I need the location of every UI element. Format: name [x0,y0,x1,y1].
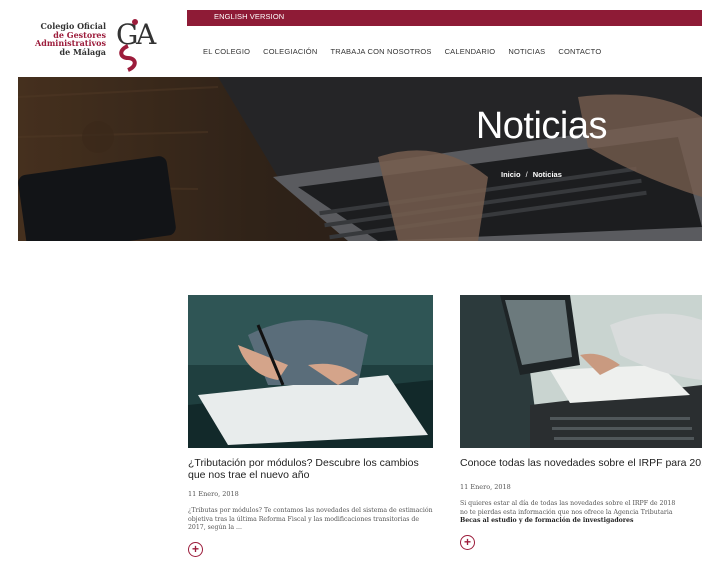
page-margin [0,0,18,567]
breadcrumb: Inicio / Noticias [501,170,562,179]
read-more-button[interactable]: + [460,534,475,550]
excerpt-link-text: Becas al estudio y de formación de inves… [460,517,634,524]
nav-trabaja-con-nosotros[interactable]: TRABAJA CON NOSOTROS [330,47,431,56]
read-more-button[interactable]: + [188,541,203,557]
site-logo[interactable]: Colegio Oficial de Gestores Administrati… [18,10,186,76]
hero-banner: Noticias Inicio / Noticias [18,77,702,241]
excerpt-line: Si quieres estar al día de todas las nov… [460,500,676,507]
svg-text:A: A [135,18,157,51]
logo-text: Colegio Oficial de Gestores Administrati… [18,22,106,56]
excerpt-link[interactable]: Becas al estudio y de formación de inves… [460,517,702,526]
breadcrumb-current: Noticias [532,170,562,179]
english-version-link[interactable]: ENGLISH VERSION [214,12,284,21]
news-card-date: 11 Enero, 2018 [460,483,511,491]
nav-el-colegio[interactable]: EL COLEGIO [203,47,250,56]
logo-line-4: de Málaga [59,46,106,57]
plus-circle-icon: + [191,541,199,556]
news-card-image[interactable] [188,295,433,448]
news-card-date: 11 Enero, 2018 [188,490,239,498]
news-card-title[interactable]: ¿Tributación por módulos? Descubre los c… [188,457,433,481]
language-bar: ENGLISH VERSION [187,10,702,26]
news-card-excerpt: ¿Tributas por módulos? Te contamos las n… [188,507,433,531]
nav-contacto[interactable]: CONTACTO [558,47,601,56]
excerpt-line: no te pierdas esta información que nos o… [460,508,673,516]
news-card-excerpt: Si quieres estar al día de todas las nov… [460,500,702,526]
nav-calendario[interactable]: CALENDARIO [445,47,496,56]
nav-colegiacion[interactable]: COLEGIACIÓN [263,47,317,56]
nav-noticias[interactable]: NOTICIAS [508,47,545,56]
main-nav: EL COLEGIO COLEGIACIÓN TRABAJA CON NOSOT… [187,26,702,76]
news-card-image[interactable] [460,295,702,448]
breadcrumb-separator: / [525,170,528,179]
page-title: Noticias [475,105,608,147]
news-card-title[interactable]: Conoce todas las novedades sobre el IRPF… [460,457,702,469]
news-card: Conoce todas las novedades sobre el IRPF… [460,295,702,550]
news-card: ¿Tributación por módulos? Descubre los c… [188,295,433,557]
hero-laptop-image [18,77,702,241]
plus-circle-icon: + [463,534,471,549]
logo-mark-icon: G A [116,18,157,72]
breadcrumb-home[interactable]: Inicio [501,170,521,179]
